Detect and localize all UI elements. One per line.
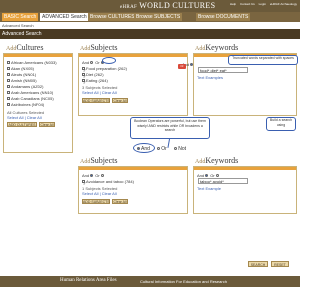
subjects-heading-2: AddSubjects bbox=[80, 156, 118, 165]
cultures-title: Cultures bbox=[16, 43, 44, 52]
subjects-heading: AddSubjects bbox=[80, 43, 118, 52]
add-prefix: Add bbox=[6, 46, 17, 52]
search-button[interactable]: SEARCH bbox=[248, 261, 268, 267]
page-title: Advanced Search bbox=[2, 31, 42, 37]
keywords-heading-2: AddKeywords bbox=[195, 156, 239, 165]
keywords-input-2[interactable]: taboo* avoid* bbox=[198, 178, 248, 184]
or-highlight-ring bbox=[102, 57, 116, 64]
footer-brand[interactable]: Human Relations Area Files bbox=[60, 278, 117, 283]
tab-browse-cultures[interactable]: Browse CULTURES bbox=[88, 13, 137, 21]
reset-button[interactable]: RESET bbox=[271, 261, 289, 267]
checkbox[interactable] bbox=[7, 67, 10, 71]
and-radio[interactable] bbox=[90, 174, 94, 178]
subjects-operator-2: And Or bbox=[82, 173, 105, 178]
and-radio[interactable] bbox=[190, 63, 194, 67]
and-radio[interactable] bbox=[90, 61, 94, 65]
main-nav: BASIC Search ADVANCED Search Browse CULT… bbox=[0, 12, 300, 22]
and-connector-ring bbox=[133, 143, 155, 153]
contact-link[interactable]: Contact Us bbox=[240, 2, 255, 6]
subjects-clear-button-2[interactable]: Clear All bbox=[112, 199, 128, 204]
login-link[interactable]: Login bbox=[259, 2, 266, 6]
site-logo[interactable]: eHRAF WORLD CULTURES bbox=[120, 1, 215, 10]
boolean-operators-callout: Boolean Operators are powerful, but use … bbox=[130, 117, 210, 139]
keywords-panel-2: And Or taboo* avoid* Text Example bbox=[193, 166, 297, 214]
logo-main: WORLD CULTURES bbox=[139, 1, 216, 10]
checkbox[interactable] bbox=[7, 97, 10, 101]
culture-item[interactable]: Aleuts (NN01) bbox=[7, 72, 36, 77]
cultures-select-links[interactable]: Select All | Clear All bbox=[7, 115, 42, 120]
subjects-select-links-2[interactable]: Select All | Clear All bbox=[82, 191, 117, 196]
checkbox[interactable] bbox=[7, 79, 10, 83]
subjects-clear-button[interactable]: Clear All bbox=[112, 98, 128, 103]
subject-item[interactable]: ✓Eating (264) bbox=[82, 78, 108, 85]
logo-prefix: eHRAF bbox=[120, 5, 138, 10]
culture-item[interactable]: Amish (NM05) bbox=[7, 78, 37, 83]
build-search-callout: Build a search using bbox=[266, 117, 296, 131]
subjects-panel-2: And Or ✓Avoidance and taboo (784) 1 Subj… bbox=[78, 166, 188, 214]
text-examples-link[interactable]: Text Examples bbox=[197, 75, 223, 80]
archaeology-link[interactable]: eHRAF Archaeology bbox=[270, 2, 297, 6]
footer-tagline: Cultural Information For Education and R… bbox=[140, 279, 227, 284]
tab-browse-subjects[interactable]: Browse SUBJECTS bbox=[134, 13, 183, 21]
subject-item[interactable]: ✓Food preparation (262) bbox=[82, 66, 127, 73]
or-toggle-1[interactable]: Or bbox=[178, 64, 186, 69]
cultures-clear-button[interactable]: Clear All bbox=[39, 122, 55, 127]
keywords-input-1[interactable]: food* diet* eat* bbox=[198, 67, 248, 73]
checkbox[interactable]: ✓ bbox=[82, 79, 86, 85]
checkbox[interactable]: ✓ bbox=[82, 73, 86, 79]
and-radio[interactable] bbox=[205, 174, 209, 178]
top-bar: eHRAF WORLD CULTURES Help Contact Us Log… bbox=[0, 0, 300, 12]
tab-advanced-search[interactable]: ADVANCED Search bbox=[40, 13, 89, 21]
subject-item[interactable]: ✓Diet (262) bbox=[82, 72, 104, 79]
culture-item[interactable]: Asiriboines (NF04) bbox=[7, 102, 44, 107]
add-subjects-button[interactable]: ADD SUBJECTS bbox=[82, 98, 110, 103]
help-link[interactable]: Help bbox=[230, 2, 236, 6]
tab-basic-search[interactable]: BASIC Search bbox=[2, 13, 39, 21]
subject-item[interactable]: ✓Avoidance and taboo (784) bbox=[82, 179, 134, 186]
cultures-heading: AddCultures bbox=[6, 43, 43, 52]
checkbox[interactable] bbox=[7, 103, 10, 107]
or-radio[interactable] bbox=[215, 174, 219, 178]
truncated-words-callout: Truncated words separated with spaces bbox=[228, 55, 298, 65]
culture-item[interactable]: Arab Canadians (NC05) bbox=[7, 96, 54, 101]
culture-item[interactable]: Andamans (AZ02) bbox=[7, 84, 43, 89]
keywords-bar-2 bbox=[194, 167, 296, 170]
text-example-link[interactable]: Text Example bbox=[197, 186, 221, 191]
keywords-heading: AddKeywords bbox=[195, 43, 239, 52]
page-title-bar: Advanced Search bbox=[0, 29, 300, 39]
subjects-bar bbox=[79, 54, 187, 57]
connector-or-radio[interactable] bbox=[157, 147, 161, 151]
cultures-bar bbox=[4, 54, 72, 57]
subjects-panel-1: And Or ✓Food preparation (262) ✓Diet (26… bbox=[78, 53, 188, 116]
subjects-bar-2 bbox=[79, 167, 187, 170]
breadcrumb[interactable]: Advanced Search bbox=[2, 23, 34, 28]
connector-not-radio[interactable] bbox=[174, 147, 178, 151]
or-radio[interactable] bbox=[100, 174, 104, 178]
footer: Human Relations Area Files Cultural Info… bbox=[0, 276, 300, 287]
add-subjects-button-2[interactable]: ADD SUBJECTS bbox=[82, 199, 110, 204]
cultures-panel: African Americans (N033) Akan (NX05) Ale… bbox=[3, 53, 73, 153]
checkbox[interactable]: ✓ bbox=[82, 180, 86, 186]
checkbox[interactable] bbox=[7, 85, 10, 89]
subjects-select-links[interactable]: Select All | Clear All bbox=[82, 90, 117, 95]
culture-item[interactable]: Akan (NX05) bbox=[7, 66, 34, 71]
checkbox[interactable] bbox=[7, 61, 10, 65]
tab-browse-documents[interactable]: Browse DOCUMENTS bbox=[196, 13, 251, 21]
top-links: Help Contact Us Login eHRAF Archaeology bbox=[227, 2, 297, 6]
add-cultures-button[interactable]: ADD CULTURES bbox=[7, 122, 37, 127]
culture-item[interactable]: Arab Americans (NN10) bbox=[7, 90, 53, 95]
checkbox[interactable] bbox=[7, 91, 10, 95]
checkbox[interactable] bbox=[7, 73, 10, 77]
checkbox[interactable]: ✓ bbox=[82, 67, 86, 73]
culture-item[interactable]: African Americans (N033) bbox=[7, 60, 57, 65]
